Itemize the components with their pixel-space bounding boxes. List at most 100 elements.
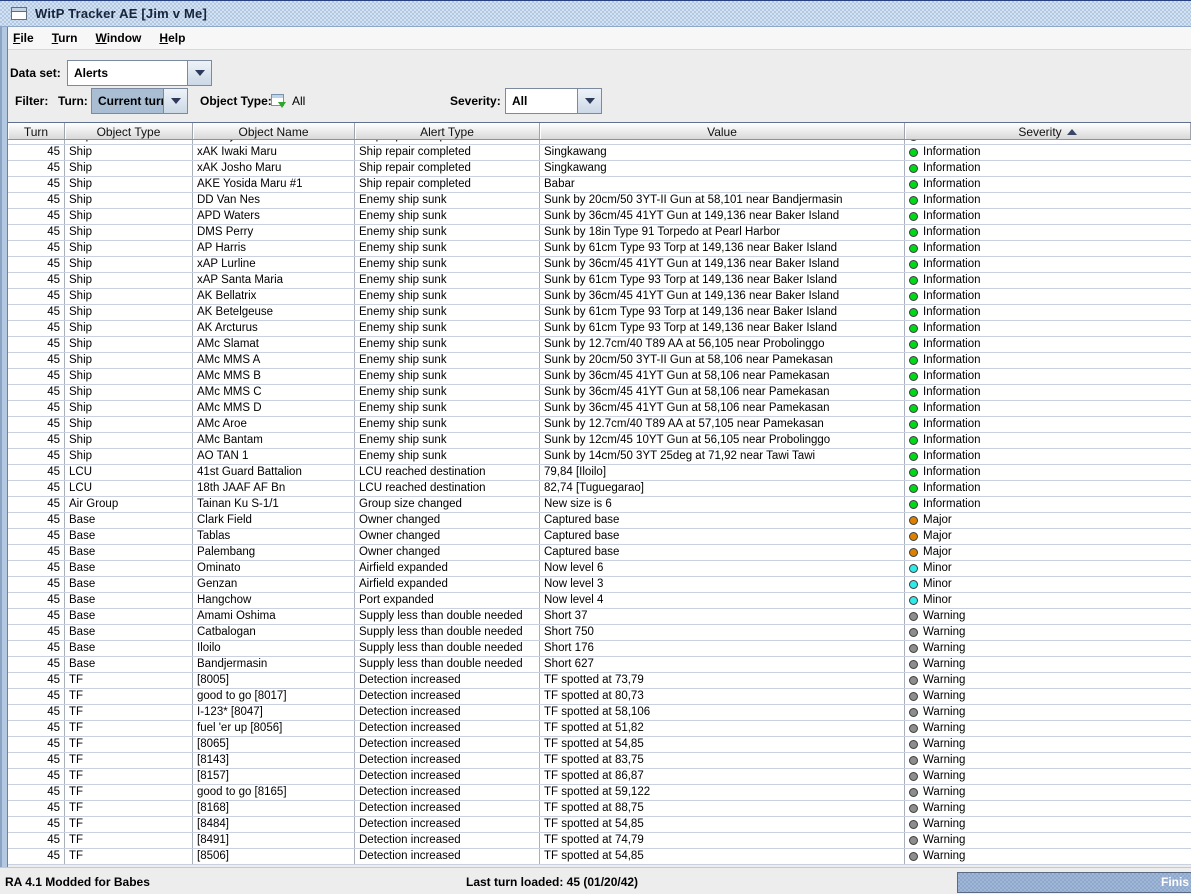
table-row[interactable]: 45 Ship xAK Hyo Maru Ship repair complet…: [8, 140, 1191, 145]
table-row[interactable]: 45 TF [8484] Detection increased TF spot…: [8, 817, 1191, 833]
cell-object-name: AMc Aroe: [193, 417, 355, 432]
cell-object-name: AMc MMS D: [193, 401, 355, 416]
table-row[interactable]: 45 Ship AP Harris Enemy ship sunk Sunk b…: [8, 241, 1191, 257]
table-row[interactable]: 45 TF [8491] Detection increased TF spot…: [8, 833, 1191, 849]
table-row[interactable]: 45 Ship APD Waters Enemy ship sunk Sunk …: [8, 209, 1191, 225]
table-row[interactable]: 45 Ship AMc MMS B Enemy ship sunk Sunk b…: [8, 369, 1191, 385]
table-row[interactable]: 45 TF [8143] Detection increased TF spot…: [8, 753, 1191, 769]
cell-alert-type: Enemy ship sunk: [355, 321, 540, 336]
cell-object-type: Ship: [65, 337, 193, 352]
cell-alert-type: Supply less than double needed: [355, 641, 540, 656]
table-row[interactable]: 45 Ship AMc MMS D Enemy ship sunk Sunk b…: [8, 401, 1191, 417]
table-row[interactable]: 45 Ship AMc MMS C Enemy ship sunk Sunk b…: [8, 385, 1191, 401]
table-row[interactable]: 45 Base Amami Oshima Supply less than do…: [8, 609, 1191, 625]
chevron-down-icon[interactable]: [163, 89, 187, 113]
cell-alert-type: Enemy ship sunk: [355, 257, 540, 272]
table-row[interactable]: 45 Ship AKE Yosida Maru #1 Ship repair c…: [8, 177, 1191, 193]
table-row[interactable]: 45 Base Ominato Airfield expanded Now le…: [8, 561, 1191, 577]
table-row[interactable]: 45 Ship AO TAN 1 Enemy ship sunk Sunk by…: [8, 449, 1191, 465]
table-row[interactable]: 45 Ship AMc MMS A Enemy ship sunk Sunk b…: [8, 353, 1191, 369]
severity-label: Information: [923, 322, 981, 334]
table-row[interactable]: 45 Base Tablas Owner changed Captured ba…: [8, 529, 1191, 545]
table-row-clipped[interactable]: 45 Ship xAK Hyo Maru Ship repair complet…: [8, 140, 1191, 145]
cell-value: Short 750: [540, 625, 905, 640]
menu-window[interactable]: Window: [86, 28, 150, 48]
table-row[interactable]: 45 TF [8005] Detection increased TF spot…: [8, 673, 1191, 689]
app-window: WitP Tracker AE [Jim v Me] File Turn Win…: [0, 0, 1191, 894]
table-row[interactable]: 45 Ship AK Bellatrix Enemy ship sunk Sun…: [8, 289, 1191, 305]
table-row[interactable]: 45 Ship xAK Josho Maru Ship repair compl…: [8, 161, 1191, 177]
cell-alert-type: Group size changed: [355, 497, 540, 512]
table-row[interactable]: 45 Ship AMc Aroe Enemy ship sunk Sunk by…: [8, 417, 1191, 433]
table-row[interactable]: 45 Ship DD Van Nes Enemy ship sunk Sunk …: [8, 193, 1191, 209]
table-row[interactable]: 45 TF I-123* [8047] Detection increased …: [8, 705, 1191, 721]
severity-dot-icon: [909, 564, 918, 573]
column-header-alert-type[interactable]: Alert Type: [355, 123, 540, 139]
cell-alert-type: Enemy ship sunk: [355, 209, 540, 224]
cell-object-name: Tainan Ku S-1/1: [193, 497, 355, 512]
menu-help[interactable]: Help: [150, 28, 194, 48]
table-row[interactable]: 45 Base Catbalogan Supply less than doub…: [8, 625, 1191, 641]
table-row[interactable]: 45 Ship xAP Santa Maria Enemy ship sunk …: [8, 273, 1191, 289]
severity-filter-combobox[interactable]: All: [505, 88, 602, 114]
table-row[interactable]: 45 Base Genzan Airfield expanded Now lev…: [8, 577, 1191, 593]
cell-severity: Information: [905, 369, 1191, 384]
column-header-object-type[interactable]: Object Type: [65, 123, 193, 139]
turn-filter-combobox[interactable]: Current turn: [91, 88, 188, 114]
table-row[interactable]: 45 Ship AK Arcturus Enemy ship sunk Sunk…: [8, 321, 1191, 337]
progress-bar-text: Finis: [1160, 875, 1189, 889]
cell-object-type: TF: [65, 833, 193, 848]
cell-object-type: Ship: [65, 193, 193, 208]
table-row[interactable]: 45 TF fuel 'er up [8056] Detection incre…: [8, 721, 1191, 737]
column-header-object-name[interactable]: Object Name: [193, 123, 355, 139]
chevron-down-icon[interactable]: [187, 61, 211, 85]
table-row[interactable]: 45 Base Clark Field Owner changed Captur…: [8, 513, 1191, 529]
table-row[interactable]: 45 TF good to go [8017] Detection increa…: [8, 689, 1191, 705]
column-header-value[interactable]: Value: [540, 123, 905, 139]
table-row[interactable]: 45 Ship DMS Perry Enemy ship sunk Sunk b…: [8, 225, 1191, 241]
cell-severity: Information: [905, 497, 1191, 512]
cell-object-type: Base: [65, 625, 193, 640]
cell-turn: 45: [8, 497, 65, 512]
table-row[interactable]: 45 Ship AMc Bantam Enemy ship sunk Sunk …: [8, 433, 1191, 449]
severity-dot-icon: [909, 532, 918, 541]
table-row[interactable]: 45 LCU 41st Guard Battalion LCU reached …: [8, 465, 1191, 481]
cell-turn: 45: [8, 353, 65, 368]
title-bar[interactable]: WitP Tracker AE [Jim v Me]: [0, 1, 1191, 27]
table-row[interactable]: 45 Ship AK Betelgeuse Enemy ship sunk Su…: [8, 305, 1191, 321]
chevron-down-icon[interactable]: [577, 89, 601, 113]
cell-severity: Warning: [905, 673, 1191, 688]
cell-turn: 45: [8, 257, 65, 272]
cell-value: Short 627: [540, 657, 905, 672]
object-type-all-icon[interactable]: [271, 94, 286, 108]
data-set-combobox[interactable]: Alerts: [67, 60, 212, 86]
severity-dot-icon: [909, 692, 918, 701]
table-row[interactable]: 45 TF [8506] Detection increased TF spot…: [8, 849, 1191, 865]
severity-dot-icon: [909, 676, 918, 685]
table-row[interactable]: 45 Base Iloilo Supply less than double n…: [8, 641, 1191, 657]
table-row[interactable]: 45 Base Palembang Owner changed Captured…: [8, 545, 1191, 561]
column-header-severity[interactable]: Severity: [905, 123, 1191, 139]
table-row[interactable]: 45 TF [8157] Detection increased TF spot…: [8, 769, 1191, 785]
menu-file[interactable]: File: [4, 28, 43, 48]
table-row[interactable]: 45 TF good to go [8165] Detection increa…: [8, 785, 1191, 801]
window-icon: [11, 7, 27, 20]
table-row[interactable]: 45 Base Bandjermasin Supply less than do…: [8, 657, 1191, 673]
table-row[interactable]: 45 Ship AMc Slamat Enemy ship sunk Sunk …: [8, 337, 1191, 353]
data-set-label: Data set:: [10, 66, 61, 80]
table-row[interactable]: 45 LCU 18th JAAF AF Bn LCU reached desti…: [8, 481, 1191, 497]
cell-turn: 45: [8, 801, 65, 816]
table-row[interactable]: 45 Base Hangchow Port expanded Now level…: [8, 593, 1191, 609]
table-row[interactable]: 45 Ship xAK Iwaki Maru Ship repair compl…: [8, 145, 1191, 161]
table-row[interactable]: 45 Air Group Tainan Ku S-1/1 Group size …: [8, 497, 1191, 513]
cell-turn: 45: [8, 833, 65, 848]
object-type-label: Object Type:: [200, 94, 272, 108]
column-header-turn[interactable]: Turn: [8, 123, 65, 139]
cell-severity: Information: [905, 209, 1191, 224]
table-row[interactable]: 45 TF [8065] Detection increased TF spot…: [8, 737, 1191, 753]
table-row[interactable]: 45 Ship xAP Lurline Enemy ship sunk Sunk…: [8, 257, 1191, 273]
menu-turn[interactable]: Turn: [43, 28, 87, 48]
table-row[interactable]: 45 TF [8168] Detection increased TF spot…: [8, 801, 1191, 817]
severity-dot-icon: [909, 468, 918, 477]
cell-object-type: LCU: [65, 465, 193, 480]
